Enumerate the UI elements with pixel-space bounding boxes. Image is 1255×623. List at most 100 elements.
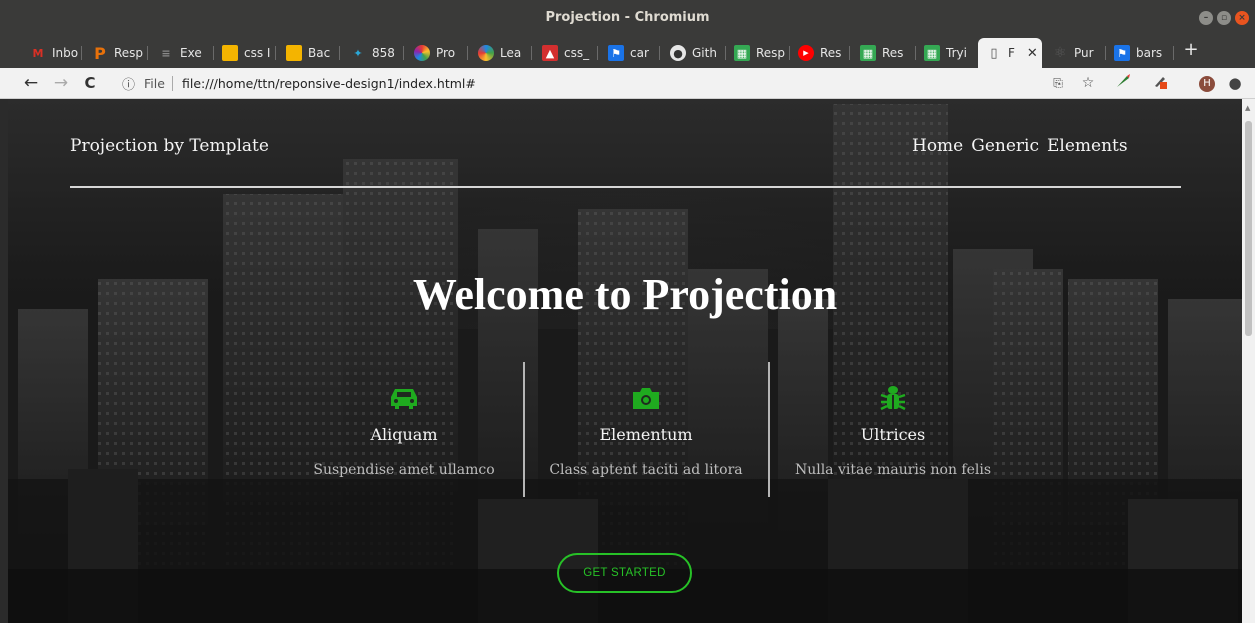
browser-tab[interactable]: ≡ Exe [150,38,214,68]
slides-icon [286,45,302,61]
window-controls: – ▫ × [1199,11,1249,25]
mountain-icon: ▲ [542,45,558,61]
browser-tab-active[interactable]: ▯ F ✕ [978,38,1042,68]
extension-eyedropper-icon[interactable] [1150,73,1170,93]
back-button[interactable]: ← [20,72,42,94]
forward-button[interactable]: → [50,72,72,94]
browser-tab[interactable]: ▦ Tryi [916,38,976,68]
new-tab-button[interactable]: + [1182,38,1200,62]
tab-label: Bac [308,46,331,60]
close-tab-icon[interactable]: ✕ [1027,46,1038,61]
maximize-button[interactable]: ▫ [1217,11,1231,25]
file-scheme-label: File [144,76,165,91]
tab-label: Tryi [946,46,967,60]
tab-strip: M Inbo P Resp ≡ Exe css I Bac ✦ 858 Pro … [0,34,1255,68]
tab-label: Gith [692,46,717,60]
feature-title: Aliquam [370,425,438,444]
car-icon [293,381,515,415]
profile-avatar[interactable]: H [1199,76,1215,92]
reload-button[interactable]: C [79,72,101,94]
url-text[interactable]: file:///home/ttn/reponsive-design1/index… [182,76,476,91]
browser-tab[interactable]: ▦ Res [852,38,916,68]
tab-label: Lea [500,46,522,60]
colorwheel-icon [478,45,494,61]
tab-label: Pro [436,46,456,60]
window-titlebar: Projection - Chromium – ▫ × [0,0,1255,34]
youtube-icon: ▶ [798,45,814,61]
browser-tab[interactable]: M Inbo [22,38,82,68]
nav-link-generic[interactable]: Generic [971,136,1039,156]
nav-link-home[interactable]: Home [912,136,963,156]
browser-tab[interactable]: ● Gith [662,38,726,68]
feature-description: Nulla vitae mauris non felis [794,462,992,478]
tab-label: Exe [180,46,202,60]
feature-item: Ultrices Nulla vitae mauris non felis [782,381,1004,478]
slides-icon [222,45,238,61]
scroll-up-icon[interactable]: ▲ [1245,104,1250,112]
browser-tab[interactable]: ⚛ Pur [1044,38,1106,68]
gmail-icon: M [32,46,44,60]
bookmark-star-icon[interactable]: ☆ [1078,73,1098,93]
page-viewport: Projection by Template Home Generic Elem… [8,99,1242,623]
sheet-icon: ▦ [860,45,876,61]
browser-tab[interactable]: Pro [406,38,468,68]
tab-label: Pur [1074,46,1094,60]
tab-label: 858 [372,46,395,60]
tab-label: Resp [756,46,786,60]
react-icon: ⚛ [1053,45,1067,61]
browser-tab[interactable]: ▲ css_ [534,38,598,68]
flag-icon: ⚑ [608,45,624,61]
address-bar[interactable]: ⓘ File file:///home/ttn/reponsive-design… [114,73,1034,94]
feature-title: Elementum [599,425,693,444]
github-icon: ● [670,45,686,61]
tab-label: Inbo [52,46,79,60]
menu-icon[interactable]: ● [1225,73,1245,93]
tab-label: Res [820,46,842,60]
bug-icon [782,381,1004,415]
flag-icon: ⚑ [1114,45,1130,61]
header-divider [70,186,1181,188]
colorwheel-icon [414,45,430,61]
tab-label: Resp [114,46,144,60]
extension-feather-icon[interactable] [1113,73,1133,93]
browser-tab[interactable]: ▦ Resp [726,38,790,68]
info-icon[interactable]: ⓘ [122,74,135,93]
page-icon: ▯ [990,45,998,61]
browser-tab[interactable]: ⚑ bars [1106,38,1174,68]
feature-description: Class aptent taciti ad litora [549,462,743,478]
sheet-icon: ▦ [924,45,940,61]
site-logo[interactable]: Projection by Template [70,136,269,156]
scrollbar-thumb[interactable] [1245,121,1252,336]
get-started-button[interactable]: GET STARTED [557,553,692,593]
page-scrollbar[interactable]: ▲ [1242,99,1255,623]
tab-label: car [630,46,649,60]
minimize-button[interactable]: – [1199,11,1213,25]
sheet-icon: ▦ [734,45,750,61]
browser-tab[interactable]: Lea [470,38,532,68]
browser-tab[interactable]: ⚑ car [600,38,660,68]
list-icon: ≡ [161,46,171,60]
tab-label: F [1008,46,1015,60]
browser-tab[interactable]: ▶ Res [790,38,850,68]
site-nav: Home Generic Elements [912,136,1128,156]
nav-link-elements[interactable]: Elements [1047,136,1128,156]
p-logo-icon: P [94,43,106,63]
close-window-button[interactable]: × [1235,11,1249,25]
tab-label: Res [882,46,904,60]
browser-tab[interactable]: Bac [278,38,340,68]
window-title: Projection - Chromium [545,10,710,25]
browser-tab[interactable]: ✦ 858 [342,38,404,68]
feature-description: Suspendise amet ullamco [313,462,495,478]
feature-title: Ultrices [860,425,926,444]
translate-icon[interactable]: ⎘ [1048,73,1068,93]
browser-toolbar: ← → C ⓘ File file:///home/ttn/reponsive-… [0,68,1255,99]
tab-label: css I [244,46,271,60]
camera-icon [535,381,757,415]
browser-tab[interactable]: P Resp [84,38,148,68]
feature-item: Elementum Class aptent taciti ad litora [535,381,757,478]
tab-label: css_ [564,46,590,60]
star-burst-icon: ✦ [353,46,363,60]
feature-item: Aliquam Suspendise amet ullamco [293,381,515,478]
browser-tab[interactable]: css I [214,38,276,68]
tab-label: bars [1136,46,1163,60]
